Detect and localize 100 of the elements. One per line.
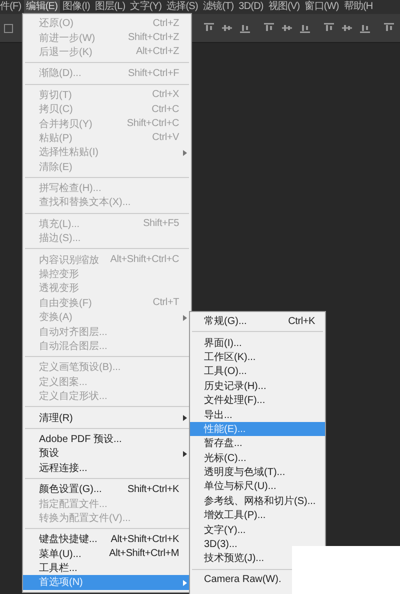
shortcut-text: Shift+Ctrl+C xyxy=(126,118,179,130)
menu-item-label: 后退一步(K) xyxy=(39,46,92,59)
align-icon[interactable] xyxy=(281,22,293,34)
menu-item-label: 透明度与色域(T)... xyxy=(204,466,286,480)
menu-item[interactable]: 工具栏... xyxy=(23,560,191,576)
menu-item[interactable]: 光标(C)... xyxy=(190,450,325,465)
menu-item-label: Adobe PDF 预设... xyxy=(39,432,122,446)
menu-item[interactable]: 3D(3)... xyxy=(190,536,325,552)
menu-item[interactable]: 键盘快捷键... Alt+Shift+Ctrl+K xyxy=(23,532,191,546)
menu-item[interactable]: 单位与标尺(U)... xyxy=(190,479,325,494)
shortcut-text: Alt+Shift+Ctrl+K xyxy=(110,534,179,545)
menu-item[interactable]: 颜色设置(G)... Shift+Ctrl+K xyxy=(23,482,191,496)
menu-item-label: 内容识别缩放 xyxy=(39,254,99,267)
align-icon[interactable] xyxy=(359,22,371,34)
shortcut-text: Shift+Ctrl+F xyxy=(128,68,179,79)
menu-title[interactable]: 图层(L) xyxy=(92,0,128,14)
menu-title[interactable]: 窗口(W) xyxy=(302,0,341,14)
menu-item-label: 清除(E) xyxy=(39,160,72,174)
menu-title[interactable]: 编辑(E) xyxy=(24,0,60,14)
shortcut-text: Alt+Shift+Ctrl+M xyxy=(109,548,179,560)
align-icon[interactable] xyxy=(299,22,311,34)
menu-item-label: Camera Raw(W). xyxy=(204,574,282,586)
menu-item-label: 粘贴(P) xyxy=(39,132,72,145)
menu-item-label: 常规(G)... xyxy=(204,314,247,328)
menu-item-label: 选择性粘贴(I) xyxy=(39,146,98,160)
shortcut-text: Ctrl+C xyxy=(152,104,179,115)
menu-item-label: 暂存盘... xyxy=(204,436,242,450)
shortcut-text: Ctrl+Z xyxy=(152,18,179,29)
menu-item-label: 预设 xyxy=(39,447,59,460)
menu-item[interactable]: 参考线、网格和切片(S)... xyxy=(190,494,325,508)
menu-item[interactable]: 常规(G)... Ctrl+K xyxy=(190,314,325,328)
menu-item[interactable]: 菜单(U)... Alt+Shift+Ctrl+M xyxy=(23,546,191,561)
menu-item-label: 查找和替换文本(X)... xyxy=(39,196,131,210)
shortcut-text: Ctrl+V xyxy=(152,132,179,144)
menu-title[interactable]: 选择(S) xyxy=(164,0,200,14)
menu-item-label: 定义自定形状... xyxy=(39,390,108,404)
menu-item-label: 技术预览(J)... xyxy=(204,552,264,566)
align-icon[interactable] xyxy=(203,22,215,34)
menu-item-label: 历史记录(H)... xyxy=(204,380,266,393)
menu-item[interactable]: 界面(I)... xyxy=(190,335,325,350)
menu-item-label: 参考线、网格和切片(S)... xyxy=(204,494,316,508)
menu-item[interactable]: 预设 xyxy=(23,446,191,461)
menu-title[interactable]: 3D(D) xyxy=(236,0,266,14)
checkbox[interactable] xyxy=(4,24,13,32)
menu-item[interactable]: 透明度与色域(T)... xyxy=(190,464,325,480)
align-icon[interactable] xyxy=(323,22,335,34)
menu-item-label: 单位与标尺(U)... xyxy=(204,480,276,494)
menu-item[interactable]: 导出... xyxy=(190,407,325,422)
menu-item[interactable]: 工作区(K)... xyxy=(190,350,325,364)
align-icon[interactable] xyxy=(239,22,251,34)
menu-item-label: 还原(O) xyxy=(39,17,74,30)
menu-item[interactable]: 清理(R) xyxy=(23,410,191,425)
menu-item-label: 拼写检查(H)... xyxy=(39,182,102,196)
shortcut-text: Ctrl+T xyxy=(152,297,179,308)
menu-item-label: 操控变形 xyxy=(39,268,79,282)
menu-item-label: 工具(O)... xyxy=(204,365,247,378)
menu-item-label: 文字(Y)... xyxy=(204,524,246,537)
menu-item-label: 工具栏... xyxy=(39,562,78,576)
menu-item-label: 界面(I)... xyxy=(204,336,242,350)
menu-item-label: 自由变换(F) xyxy=(39,296,92,310)
menu-item-label: 导出... xyxy=(204,408,232,422)
menu-title[interactable]: 滤镜(T) xyxy=(200,0,236,14)
menu-item-label: 3D(3)... xyxy=(204,538,238,550)
menu-item-label: 变换(A) xyxy=(39,310,72,324)
align-icon[interactable] xyxy=(221,22,233,34)
menu-item[interactable]: Adobe PDF 预设... xyxy=(23,432,191,446)
menu-item-label: 透视变形 xyxy=(39,282,79,296)
menu-item[interactable]: 增效工具(P)... xyxy=(190,508,325,522)
shortcut-text: Ctrl+X xyxy=(152,89,179,100)
menu-item-label: 剪切(T) xyxy=(39,88,72,102)
menu-item-label: 颜色设置(G)... xyxy=(39,482,102,496)
shortcut-text: Shift+Ctrl+Z xyxy=(128,32,179,44)
align-icon[interactable] xyxy=(341,22,353,34)
shortcut-text: Alt+Ctrl+Z xyxy=(136,46,179,58)
menu-title[interactable]: 图像(I) xyxy=(60,0,92,14)
menu-item[interactable]: 文字(Y)... xyxy=(190,522,325,537)
menu-title[interactable]: 视图(V) xyxy=(266,0,302,14)
shortcut-text: Shift+Ctrl+K xyxy=(127,484,179,495)
menu-item-label: 渐隐(D)... xyxy=(39,67,82,80)
align-icon[interactable] xyxy=(263,22,275,34)
menu-title[interactable]: 件(F) xyxy=(0,0,24,14)
menu-item-label: 菜单(U)... xyxy=(39,548,82,561)
menu-item[interactable]: 文件处理(F)... xyxy=(190,392,325,408)
menu-item-label: 定义图案... xyxy=(39,376,88,389)
menu-item[interactable]: 工具(O)... xyxy=(190,364,325,379)
menu-item-label: 指定配置文件... xyxy=(39,498,108,511)
menu-title[interactable]: 帮助(H xyxy=(342,0,375,14)
menu-item-label: 定义画笔预设(B)... xyxy=(39,360,121,374)
menu-title[interactable]: 文字(Y) xyxy=(128,0,164,14)
menu-item[interactable]: 暂存盘... xyxy=(190,436,325,451)
align-icon[interactable] xyxy=(383,22,395,34)
menu-item-label: 增效工具(P)... xyxy=(204,509,266,522)
menu-item-label: 清理(R) xyxy=(39,412,73,425)
menu-item[interactable]: 历史记录(H)... xyxy=(190,378,325,393)
menu-item-label: 合并拷贝(Y) xyxy=(39,118,92,131)
menu-item-label: 转换为配置文件(V)... xyxy=(39,512,131,525)
menu-item-label: 键盘快捷键... xyxy=(39,532,98,546)
menu-item-label: 自动对齐图层... xyxy=(39,326,108,339)
menu-item[interactable]: 远程连接... xyxy=(23,460,191,475)
shortcut-text: Shift+F5 xyxy=(143,218,179,230)
